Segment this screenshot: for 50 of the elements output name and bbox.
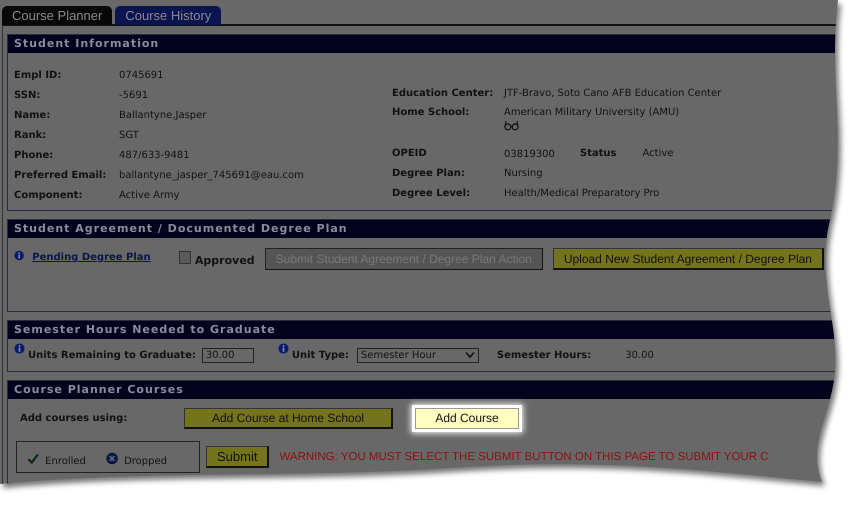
field-value: ballantyne_jasper_745691@eau.com	[119, 170, 304, 180]
field-label: Component:	[14, 190, 84, 200]
field-label: Name:	[14, 110, 52, 120]
info-icon[interactable]	[278, 343, 289, 354]
checkbox-label: Approved	[194, 254, 255, 267]
field-value: -5691	[119, 90, 148, 100]
legend-label: Dropped	[124, 456, 167, 466]
field-label: Empl ID:	[14, 70, 62, 80]
info-icon[interactable]	[14, 250, 24, 261]
units-input-field[interactable]: 30.00	[202, 348, 254, 362]
field-value: 487/633-9481	[119, 150, 190, 160]
field-label: OPEID	[392, 148, 428, 158]
field-label: Semester Hours:	[496, 350, 592, 360]
pending-degree-plan-link[interactable]: Pending Degree Plan	[32, 252, 151, 263]
field-value: SGT	[119, 130, 139, 140]
chevron-down-icon	[464, 351, 475, 359]
warning-text: WARNING: YOU MUST SELECT THE SUBMIT BUTTON ON THIS PAGE TO SUBMIT YOUR C	[279, 451, 769, 463]
field-label: Home School:	[392, 107, 470, 118]
field-label: Units Remaining to Graduate:	[28, 350, 196, 360]
field-value: Active	[642, 148, 674, 158]
add-course-button[interactable]: Add Course at Home School	[184, 408, 393, 428]
field-label: Education Center:	[392, 88, 494, 98]
submit-button[interactable]: Submit	[206, 446, 270, 468]
field-label: Rank:	[14, 130, 48, 140]
legend-label: Enrolled	[45, 456, 86, 466]
info-icon[interactable]	[14, 343, 25, 354]
field-value: Nursing	[504, 168, 543, 178]
tab[interactable]: Course History	[115, 6, 222, 25]
x-circle-icon	[106, 450, 118, 466]
tab[interactable]: Course Planner	[2, 6, 112, 25]
checkbox[interactable]	[178, 251, 191, 264]
field-label: Preferred Email:	[14, 170, 108, 180]
field-label: Phone:	[14, 150, 54, 160]
field-value: 0745691	[119, 70, 164, 80]
field-label: Add courses using:	[20, 412, 128, 424]
action-button[interactable]: Upload New Student Agreement / Degree Plan	[552, 248, 824, 270]
field-label: Status	[580, 148, 616, 158]
field-label: Unit Type:	[292, 350, 349, 360]
field-label: Degree Plan:	[392, 168, 466, 178]
field-label: SSN:	[14, 90, 42, 100]
field-value: Health/Medical Preparatory Pro	[504, 188, 660, 198]
field-value: Ballantyne,Jasper	[119, 110, 206, 120]
field-value: 03819300	[504, 148, 555, 160]
glasses-icon[interactable]	[504, 120, 519, 131]
field-label: Degree Level:	[392, 188, 472, 198]
field-value: American Military University (AMU)	[504, 107, 680, 118]
unit-type-dropdown[interactable]: Semester Hour	[356, 348, 479, 362]
field-value: Active Army	[119, 190, 180, 200]
field-value: JTF-Bravo, Soto Cano AFB Education Center	[504, 88, 722, 98]
field-value: 30.00	[625, 350, 654, 360]
